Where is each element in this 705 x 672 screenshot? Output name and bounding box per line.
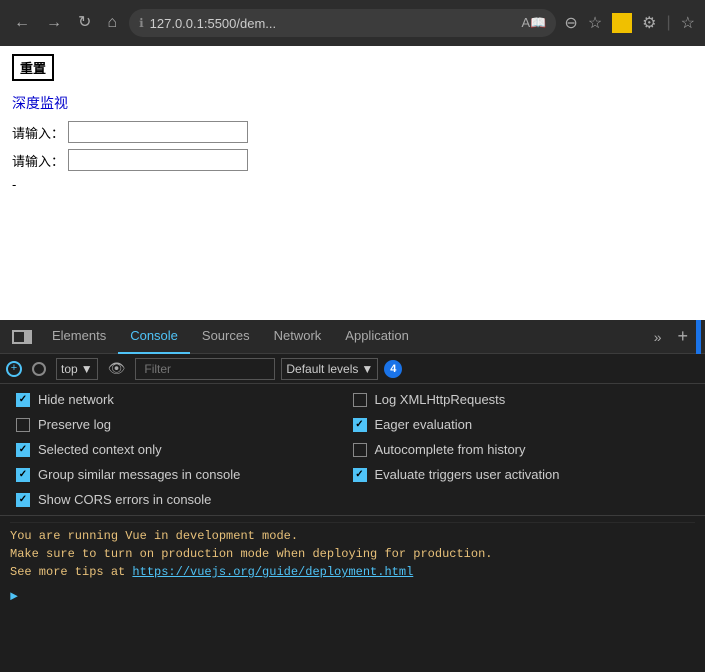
reset-button[interactable]: 重置 [12, 54, 54, 81]
tab-application[interactable]: Application [333, 320, 421, 354]
checkbox-eager-eval[interactable]: Eager evaluation [353, 417, 690, 432]
menu-icon[interactable]: ☆ [681, 13, 695, 33]
console-toolbar: + top ▼ 👁 Default levels ▼ 4 [0, 354, 705, 384]
console-prompt[interactable]: ► [10, 585, 695, 608]
form-row-1: 请输入： [12, 121, 693, 143]
log-xhr-checkbox[interactable] [353, 393, 367, 407]
zoom-icon[interactable]: ⊖ [564, 13, 577, 33]
hide-network-checkbox[interactable] [16, 393, 30, 407]
checkbox-cors-errors[interactable]: Show CORS errors in console [16, 492, 353, 507]
favorites-icon[interactable]: ☆ [588, 13, 602, 33]
chrome-icons: ⊖ ☆ ⚙ | ☆ [564, 13, 695, 33]
reload-button[interactable]: ↻ [74, 11, 95, 35]
tab-console[interactable]: Console [118, 320, 190, 354]
clear-console-button[interactable]: + [6, 361, 22, 377]
tab-network[interactable]: Network [262, 320, 334, 354]
selected-context-checkbox[interactable] [16, 443, 30, 457]
evaluate-triggers-checkbox[interactable] [353, 468, 367, 482]
checkbox-preserve-log[interactable]: Preserve log [16, 417, 353, 432]
dash-line: - [12, 177, 693, 192]
profile-icon[interactable] [612, 13, 632, 33]
levels-arrow-icon: ▼ [361, 362, 373, 376]
home-button[interactable]: ⌂ [103, 11, 121, 35]
page-content: 重置 深度监视 请输入： 请输入： - [0, 46, 705, 320]
autocomplete-history-checkbox[interactable] [353, 443, 367, 457]
sidebar-toggle[interactable] [12, 330, 32, 344]
back-button[interactable]: ← [10, 11, 34, 35]
console-output: You are running Vue in development mode.… [0, 516, 705, 672]
settings-col-right: Log XMLHttpRequests Eager evaluation Aut… [353, 392, 690, 507]
tab-elements[interactable]: Elements [40, 320, 118, 354]
checkbox-autocomplete-history[interactable]: Autocomplete from history [353, 442, 690, 457]
top-label: top [61, 362, 78, 376]
devtools-panel: Elements Console Sources Network Applica… [0, 320, 705, 672]
forward-button[interactable]: → [42, 11, 66, 35]
more-tabs-button[interactable]: » [646, 329, 670, 345]
checkbox-evaluate-triggers[interactable]: Evaluate triggers user activation [353, 467, 690, 482]
devtools-tabs: Elements Console Sources Network Applica… [0, 320, 705, 354]
stop-recording-button[interactable] [28, 360, 50, 378]
eager-eval-checkbox[interactable] [353, 418, 367, 432]
address-bar[interactable]: ℹ 127.0.0.1:5500/dem... A📖 [129, 9, 556, 37]
checkbox-group-similar[interactable]: Group similar messages in console [16, 467, 353, 482]
vue-deployment-link[interactable]: https://vuejs.org/guide/deployment.html [132, 565, 413, 579]
settings-col-left: Hide network Preserve log Selected conte… [16, 392, 353, 507]
form-label-1: 请输入： [12, 123, 64, 142]
filter-input[interactable] [135, 358, 275, 380]
cors-errors-checkbox[interactable] [16, 493, 30, 507]
prompt-arrow-icon: ► [10, 589, 18, 604]
dropdown-arrow-icon: ▼ [81, 362, 93, 376]
add-tab-button[interactable]: + [669, 326, 696, 347]
page-title: 深度监视 [12, 93, 693, 113]
url-text: 127.0.0.1:5500/dem... [150, 16, 516, 31]
read-mode-icon: A📖 [522, 15, 547, 31]
checkbox-selected-context[interactable]: Selected context only [16, 442, 353, 457]
checkbox-log-xhr[interactable]: Log XMLHttpRequests [353, 392, 690, 407]
group-similar-checkbox[interactable] [16, 468, 30, 482]
eye-icon: 👁 [108, 360, 126, 377]
console-message-vue: You are running Vue in development mode.… [10, 522, 695, 585]
form-label-2: 请输入： [12, 151, 64, 170]
extensions-icon[interactable]: ⚙ [642, 13, 656, 33]
form-row-2: 请输入： [12, 149, 693, 171]
input-field-2[interactable] [68, 149, 248, 171]
eye-icon-button[interactable]: 👁 [104, 358, 130, 379]
right-border [696, 320, 701, 354]
tab-sources[interactable]: Sources [190, 320, 262, 354]
error-count-badge: 4 [384, 360, 402, 378]
browser-chrome: ← → ↻ ⌂ ℹ 127.0.0.1:5500/dem... A📖 ⊖ ☆ ⚙… [0, 0, 705, 46]
preserve-log-checkbox[interactable] [16, 418, 30, 432]
context-selector[interactable]: top ▼ [56, 358, 98, 380]
checkbox-hide-network[interactable]: Hide network [16, 392, 353, 407]
input-field-1[interactable] [68, 121, 248, 143]
log-levels-dropdown[interactable]: Default levels ▼ [281, 358, 378, 380]
console-settings-panel: Hide network Preserve log Selected conte… [0, 384, 705, 516]
info-icon: ℹ [139, 16, 144, 30]
